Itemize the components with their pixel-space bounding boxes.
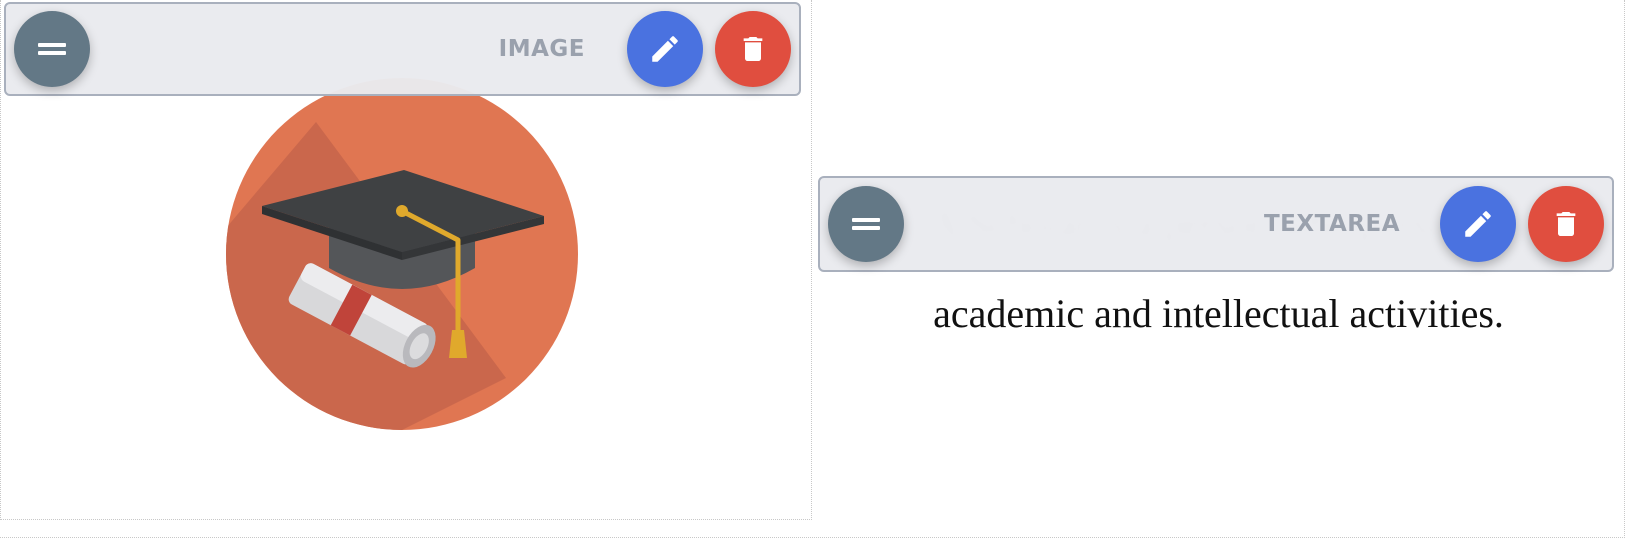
delete-button[interactable] <box>1528 186 1604 262</box>
edit-button[interactable] <box>627 11 703 87</box>
drag-handle-icon <box>38 42 66 56</box>
image-block-toolbar: IMAGE <box>4 2 801 96</box>
block-type-label: IMAGE <box>498 36 585 62</box>
textarea-block-content[interactable]: academic and intellectual activities. <box>812 288 1625 340</box>
image-block-content[interactable] <box>226 78 578 430</box>
drag-handle-button[interactable] <box>828 186 904 262</box>
pencil-icon <box>652 36 678 62</box>
page-builder-canvas: IMAGE A Scholar is a person who pursues … <box>0 0 1630 554</box>
drag-handle-button[interactable] <box>14 11 90 87</box>
edit-button[interactable] <box>1440 186 1516 262</box>
graduation-cap-diploma-icon <box>226 78 578 430</box>
trash-icon <box>743 37 763 61</box>
textarea-block-toolbar: TEXTAREA <box>818 176 1614 272</box>
delete-button[interactable] <box>715 11 791 87</box>
trash-icon <box>1556 212 1576 236</box>
block-type-label: TEXTAREA <box>1263 211 1400 237</box>
drag-handle-icon <box>852 217 880 231</box>
pencil-icon <box>1465 211 1491 237</box>
